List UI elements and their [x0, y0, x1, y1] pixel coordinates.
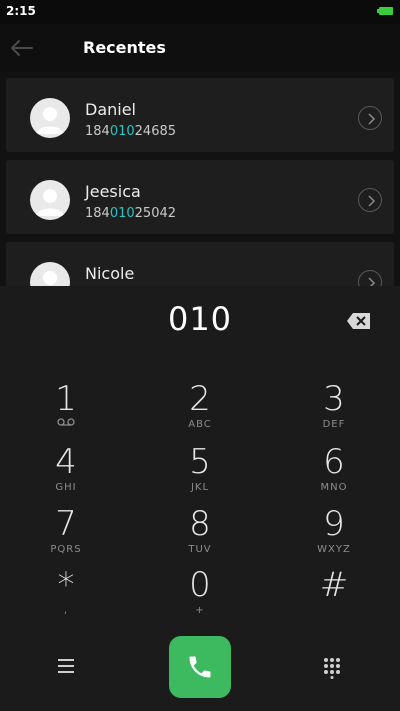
backspace-button[interactable] [346, 311, 372, 331]
key-letters: GHI [55, 482, 77, 493]
key-digit: 7 [55, 504, 77, 544]
contact-number: 18401025042 [85, 206, 177, 221]
key-3[interactable]: 3 DEF [294, 380, 374, 436]
call-button[interactable] [169, 636, 231, 698]
key-1[interactable]: 1 [26, 380, 106, 436]
app-header: Recentes [0, 24, 400, 72]
key-digit: # [319, 565, 349, 605]
key-5[interactable]: 5 JKL [160, 443, 240, 499]
key-letters: DEF [322, 419, 346, 430]
status-time: 2:15 [6, 4, 36, 18]
chevron-right-icon [368, 113, 376, 125]
key-digit: 2 [189, 379, 211, 419]
avatar [30, 180, 70, 220]
key-star[interactable]: * , [26, 566, 106, 622]
contact-item[interactable]: Nicole 18401015678 [6, 242, 394, 286]
avatar [30, 98, 70, 138]
key-digit: 4 [55, 442, 77, 482]
back-button[interactable] [8, 36, 38, 60]
key-letters: TUV [188, 544, 212, 555]
key-letters: MNO [320, 482, 348, 493]
page-title: Recentes [83, 38, 166, 57]
contact-name: Daniel [85, 100, 136, 119]
keypad-icon [324, 658, 340, 679]
avatar [30, 262, 70, 286]
battery-icon [377, 7, 393, 15]
key-letters: , [63, 605, 69, 616]
contact-item[interactable]: Daniel 18401024685 [6, 78, 394, 152]
contact-detail-button[interactable] [358, 106, 382, 130]
key-letters: + [195, 605, 205, 616]
key-4[interactable]: 4 GHI [26, 443, 106, 499]
contact-name: Nicole [85, 264, 135, 283]
menu-icon [58, 659, 74, 673]
contact-number: 18401024685 [85, 124, 177, 139]
key-digit: 5 [189, 442, 211, 482]
phone-icon [189, 656, 211, 678]
key-letters: WXYZ [317, 544, 351, 555]
recents-list: Daniel 18401024685 Jeesica 18401025042 N… [0, 72, 400, 286]
chevron-right-icon [368, 277, 376, 286]
contact-detail-button[interactable] [358, 270, 382, 286]
chevron-right-icon [368, 195, 376, 207]
key-8[interactable]: 8 TUV [160, 505, 240, 561]
key-6[interactable]: 6 MNO [294, 443, 374, 499]
key-digit: 0 [189, 565, 211, 605]
key-letters: JKL [190, 482, 210, 493]
menu-button[interactable] [56, 657, 76, 679]
contact-name: Jeesica [85, 182, 141, 201]
contact-detail-button[interactable] [358, 188, 382, 212]
key-letters: ABC [188, 419, 212, 430]
key-digit: 6 [323, 442, 345, 482]
entered-number: 010 [167, 300, 233, 338]
key-7[interactable]: 7 PQRS [26, 505, 106, 561]
key-digit: * [57, 565, 75, 605]
key-digit: 3 [323, 379, 345, 419]
key-digit: 1 [55, 379, 77, 419]
arrow-left-icon [11, 40, 33, 56]
key-digit: 9 [323, 504, 345, 544]
key-2[interactable]: 2 ABC [160, 380, 240, 436]
contact-item[interactable]: Jeesica 18401025042 [6, 160, 394, 234]
status-bar: 2:15 [0, 0, 400, 24]
keypad-toggle-button[interactable] [322, 657, 342, 683]
key-digit: 8 [189, 504, 211, 544]
backspace-icon [347, 313, 370, 329]
voicemail-icon [57, 418, 75, 426]
key-letters: PQRS [50, 544, 82, 555]
key-hash[interactable]: # [294, 566, 374, 622]
key-0[interactable]: 0 + [160, 566, 240, 622]
key-9[interactable]: 9 WXYZ [294, 505, 374, 561]
